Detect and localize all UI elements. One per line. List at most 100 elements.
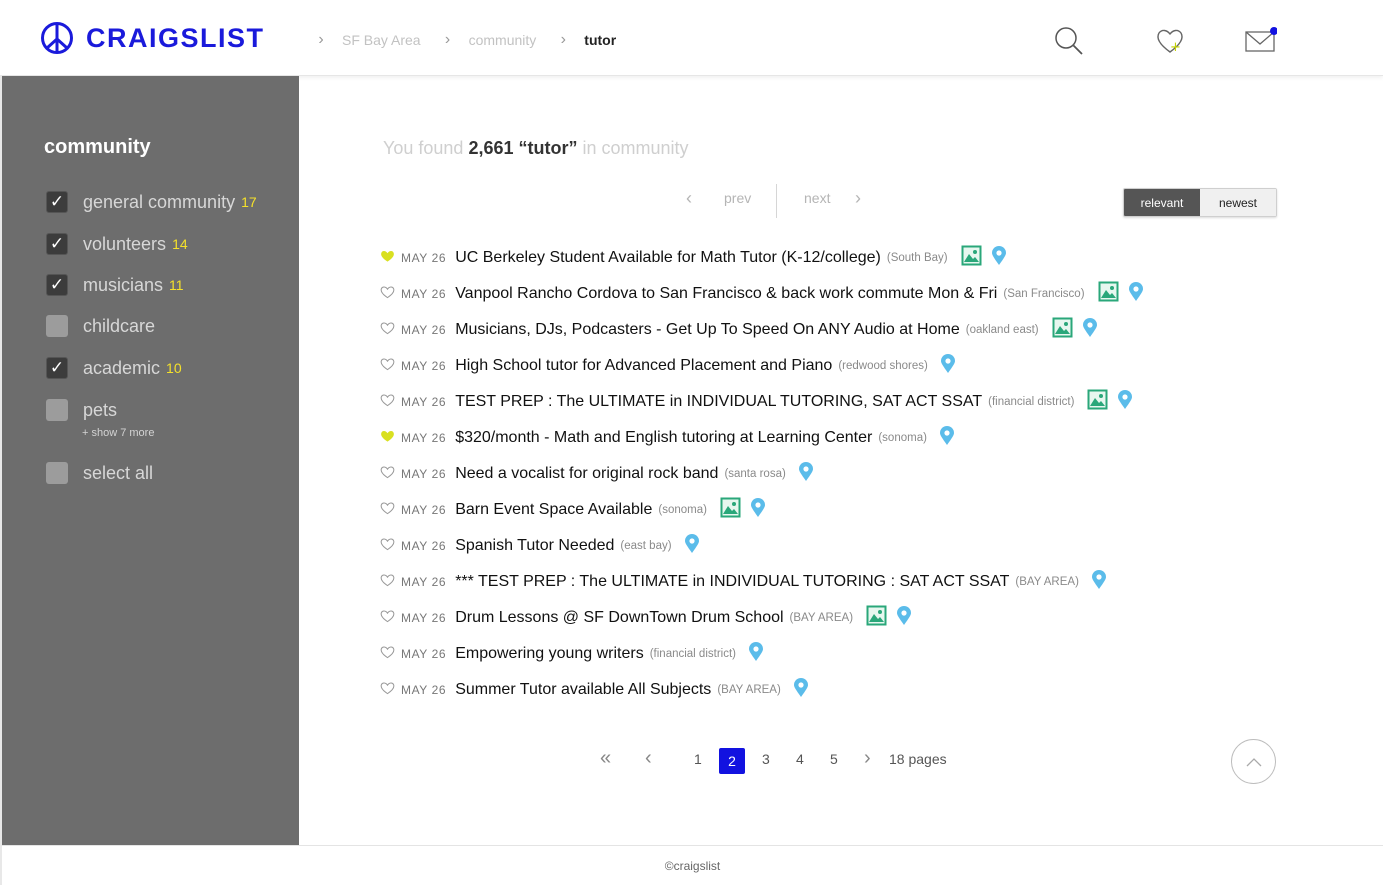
current-page[interactable]: 2 [719,748,745,774]
sort-newest-button[interactable]: newest [1200,189,1276,216]
favorite-heart-icon[interactable] [380,321,401,340]
listing-title[interactable]: High School tutor for Advanced Placement… [455,357,832,375]
favorite-heart-icon[interactable] [380,681,401,700]
filter-pets[interactable]: pets [46,398,117,422]
page-link[interactable]: 5 [830,751,838,767]
page-link[interactable]: 4 [796,751,804,767]
listing-row[interactable]: MAY 26 UC Berkeley Student Available for … [380,245,1007,271]
favorite-heart-icon[interactable] [380,573,401,592]
listing-title[interactable]: UC Berkeley Student Available for Math T… [455,249,881,267]
listing-row[interactable]: MAY 26 TEST PREP : The ULTIMATE in INDIVI… [380,389,1133,415]
favorite-heart-icon[interactable] [380,429,401,448]
favorite-heart-icon[interactable] [380,393,401,412]
listing-row[interactable]: MAY 26 High School tutor for Advanced Pla… [380,353,956,379]
listing-row[interactable]: MAY 26 Empowering young writers (financial… [380,641,764,667]
map-pin-icon[interactable] [682,533,700,559]
listing-row[interactable]: MAY 26 Barn Event Space Available (sonoma) [380,497,766,523]
listing-title[interactable]: Vanpool Rancho Cordova to San Francisco … [455,285,997,303]
image-icon[interactable] [1049,317,1080,343]
image-icon[interactable] [1095,281,1126,307]
map-pin-icon[interactable] [746,641,764,667]
chevron-right-icon[interactable]: › [855,188,861,209]
image-icon[interactable] [1084,389,1115,415]
prev-link[interactable]: prev [724,190,751,206]
listing-title[interactable]: Drum Lessons @ SF DownTown Drum School [455,609,783,627]
listing-row[interactable]: MAY 26 Need a vocalist for original rock … [380,461,814,487]
favorites-heart-icon[interactable]: + [1153,24,1187,58]
logo[interactable]: CRAIGSLIST [40,20,265,56]
listing-title[interactable]: Need a vocalist for original rock band [455,465,718,483]
favorite-heart-icon[interactable] [380,285,401,304]
filter-count: 17 [241,194,257,210]
listing-title[interactable]: Empowering young writers [455,645,644,663]
filter-general-community[interactable]: ✓ general community 17 [46,190,257,214]
listing-row[interactable]: MAY 26 Spanish Tutor Needed (east bay) [380,533,700,559]
image-icon[interactable] [717,497,748,523]
map-pin-icon[interactable] [937,425,955,451]
map-pin-icon[interactable] [1089,569,1107,595]
page-link[interactable]: 3 [762,751,770,767]
listing-title[interactable]: Barn Event Space Available [455,501,652,519]
listing-location: (oakland east) [965,324,1039,336]
scroll-to-top-button[interactable] [1231,739,1276,784]
favorite-heart-icon[interactable] [380,609,401,628]
filter-volunteers[interactable]: ✓ volunteers 14 [46,232,188,256]
mail-icon[interactable] [1243,24,1277,58]
checkbox-checked[interactable]: ✓ [46,274,68,296]
map-pin-icon[interactable] [1115,389,1133,415]
image-icon[interactable] [863,605,894,631]
checkbox-checked[interactable]: ✓ [46,357,68,379]
checkbox-unchecked[interactable] [46,315,68,337]
listing-row[interactable]: MAY 26 Musicians, DJs, Podcasters - Get U… [380,317,1098,343]
page-link[interactable]: 1 [694,751,702,767]
listing-title[interactable]: Summer Tutor available All Subjects [455,681,711,699]
select-all[interactable]: select all [46,461,153,485]
search-icon[interactable] [1052,24,1086,58]
listing-row[interactable]: MAY 26 *** TEST PREP : The ULTIMATE in IN… [380,569,1107,595]
show-more-link[interactable]: + show 7 more [82,427,154,439]
breadcrumb-category[interactable]: community [469,32,537,48]
listing-title[interactable]: TEST PREP : The ULTIMATE in INDIVIDUAL T… [455,393,982,411]
listing-title[interactable]: *** TEST PREP : The ULTIMATE in INDIVIDU… [455,573,1009,591]
copyright: ©craigslist [664,858,721,873]
listing-title[interactable]: Spanish Tutor Needed [455,537,614,555]
favorite-heart-icon[interactable] [380,465,401,484]
map-pin-icon[interactable] [1126,281,1144,307]
filter-academic[interactable]: ✓ academic 10 [46,356,182,380]
breadcrumb-region[interactable]: SF Bay Area [342,32,421,48]
image-icon[interactable] [958,245,989,271]
map-pin-icon[interactable] [791,677,809,703]
listing-location: (financial district) [988,396,1075,408]
favorite-heart-icon[interactable] [380,249,401,268]
next-page-icon[interactable]: › [864,747,871,770]
listing-row[interactable]: MAY 26 Summer Tutor available All Subject… [380,677,809,703]
listing-title[interactable]: Musicians, DJs, Podcasters - Get Up To S… [455,321,960,339]
checkbox-unchecked[interactable] [46,462,68,484]
map-pin-icon[interactable] [796,461,814,487]
map-pin-icon[interactable] [938,353,956,379]
map-pin-icon[interactable] [989,245,1007,271]
favorite-heart-icon[interactable] [380,501,401,520]
listing-row[interactable]: MAY 26 Drum Lessons @ SF DownTown Drum Sc… [380,605,912,631]
filter-musicians[interactable]: ✓ musicians 11 [46,273,184,297]
listing-date: MAY 26 [401,647,447,661]
filter-childcare[interactable]: childcare [46,314,155,338]
chevron-left-icon[interactable]: ‹ [686,188,692,209]
breadcrumb-query: tutor [584,32,617,48]
favorite-heart-icon[interactable] [380,357,401,376]
prev-page-icon[interactable]: ‹ [645,747,652,770]
favorite-heart-icon[interactable] [380,645,401,664]
listing-title[interactable]: $320/month - Math and English tutoring a… [455,429,872,447]
checkbox-checked[interactable]: ✓ [46,191,68,213]
map-pin-icon[interactable] [748,497,766,523]
listing-row[interactable]: MAY 26 Vanpool Rancho Cordova to San Fran… [380,281,1144,307]
checkbox-checked[interactable]: ✓ [46,233,68,255]
sort-relevant-button[interactable]: relevant [1124,189,1200,216]
favorite-heart-icon[interactable] [380,537,401,556]
next-link[interactable]: next [804,190,830,206]
map-pin-icon[interactable] [894,605,912,631]
first-page-icon[interactable]: « [600,747,611,770]
checkbox-unchecked[interactable] [46,399,68,421]
listing-row[interactable]: MAY 26 $320/month - Math and English tuto… [380,425,955,451]
map-pin-icon[interactable] [1080,317,1098,343]
